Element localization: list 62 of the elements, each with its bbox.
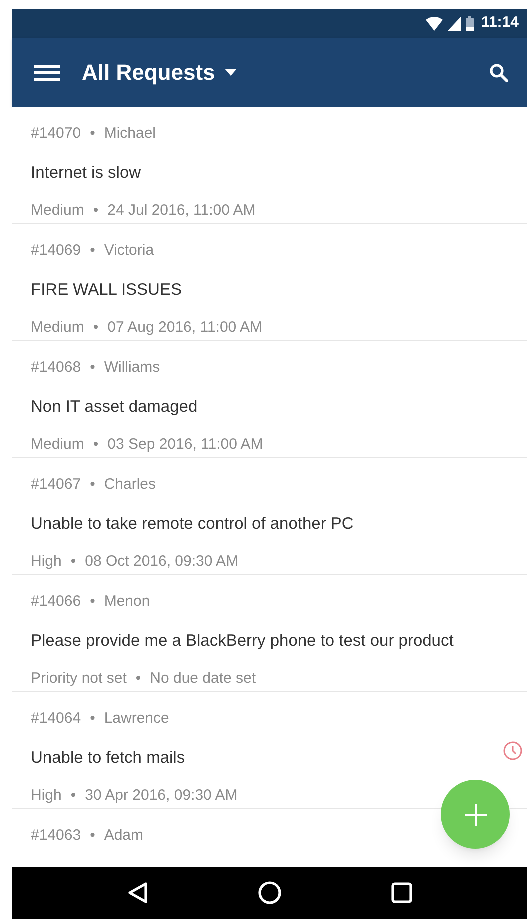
request-item[interactable]: #14070 • Michael Internet is slow Medium • 24 Jul 2016, 11:00 AM bbox=[12, 107, 527, 224]
separator-dot: • bbox=[90, 826, 96, 846]
request-number: #14064 bbox=[31, 709, 82, 729]
request-number: #14068 bbox=[31, 358, 82, 378]
priority: Medium bbox=[31, 435, 84, 456]
requester-name: Williams bbox=[104, 358, 160, 378]
separator-dot: • bbox=[93, 435, 99, 456]
separator-dot: • bbox=[70, 786, 76, 806]
priority: Medium bbox=[31, 318, 84, 338]
requester-name: Lawrence bbox=[104, 709, 170, 729]
battery-icon bbox=[466, 16, 474, 31]
separator-dot: • bbox=[90, 358, 96, 378]
request-number: #14063 bbox=[31, 826, 82, 846]
requester-name: Adam bbox=[104, 826, 144, 846]
caret-icon bbox=[225, 69, 238, 76]
request-subject: Unable to fetch mails bbox=[31, 748, 186, 768]
priority: High bbox=[31, 552, 62, 572]
requester-name: Charles bbox=[104, 475, 156, 495]
back-icon[interactable] bbox=[126, 881, 148, 905]
request-item[interactable]: #14068 • Williams Non IT asset damaged Medium • 03 Sep 2016, 11:00 AM bbox=[12, 341, 527, 458]
separator-dot: • bbox=[93, 318, 99, 338]
request-item[interactable]: #14069 • Victoria FIRE WALL ISSUES Medium • 07 Aug 2016, 11:00 AM bbox=[12, 224, 527, 341]
separator-dot: • bbox=[136, 669, 142, 690]
home-icon[interactable] bbox=[258, 881, 282, 905]
separator-dot: • bbox=[90, 475, 96, 495]
request-number: #14069 bbox=[31, 241, 82, 261]
request-subject: Internet is slow bbox=[31, 162, 142, 184]
requester-name: Victoria bbox=[104, 241, 154, 261]
due-date: 08 Oct 2016, 09:30 AM bbox=[85, 552, 239, 572]
request-subject: Non IT asset damaged bbox=[31, 396, 199, 418]
requester-name: Menon bbox=[104, 592, 150, 612]
request-number: #14066 bbox=[31, 592, 82, 612]
requester-name: Michael bbox=[104, 124, 156, 144]
due-date: 30 Apr 2016, 09:30 AM bbox=[85, 786, 238, 806]
menu-icon[interactable] bbox=[34, 62, 60, 82]
request-item[interactable]: #14066 • Menon Please provide me a BlackBerry phone to test our product Priority not set • No due date set bbox=[12, 575, 527, 692]
separator-dot: • bbox=[90, 241, 96, 261]
recents-icon[interactable] bbox=[390, 882, 412, 904]
request-subject: Please provide me a BlackBerry phone to test our product bbox=[31, 630, 455, 652]
priority: Medium bbox=[31, 201, 84, 222]
request-number: #14067 bbox=[31, 475, 82, 495]
request-subject: Unable to take remote control of another PC bbox=[31, 514, 355, 534]
due-date: 07 Aug 2016, 11:00 AM bbox=[108, 318, 262, 338]
separator-dot: • bbox=[93, 201, 99, 222]
separator-dot: • bbox=[70, 552, 76, 572]
separator-dot: • bbox=[90, 124, 96, 144]
priority: Priority not set bbox=[31, 669, 127, 690]
search-icon[interactable] bbox=[489, 62, 509, 82]
plus-icon bbox=[464, 804, 486, 826]
request-item[interactable]: #14067 • Charles Unable to take remote control of another PC High • 08 Oct 2016, 09:30 AM bbox=[12, 458, 527, 575]
signal-icon bbox=[448, 16, 462, 30]
separator-dot: • bbox=[90, 709, 96, 729]
view-selector[interactable]: All Requests bbox=[82, 56, 238, 89]
separator-dot: • bbox=[90, 592, 96, 612]
status-time: 11:14 bbox=[481, 13, 519, 34]
wifi-icon bbox=[426, 16, 444, 30]
priority: High bbox=[31, 786, 62, 806]
request-subject: FIRE WALL ISSUES bbox=[31, 280, 183, 300]
due-date: No due date set bbox=[150, 669, 256, 690]
due-date: 24 Jul 2016, 11:00 AM bbox=[108, 201, 256, 222]
request-number: #14070 bbox=[31, 124, 82, 144]
due-date: 03 Sep 2016, 11:00 AM bbox=[108, 435, 264, 456]
